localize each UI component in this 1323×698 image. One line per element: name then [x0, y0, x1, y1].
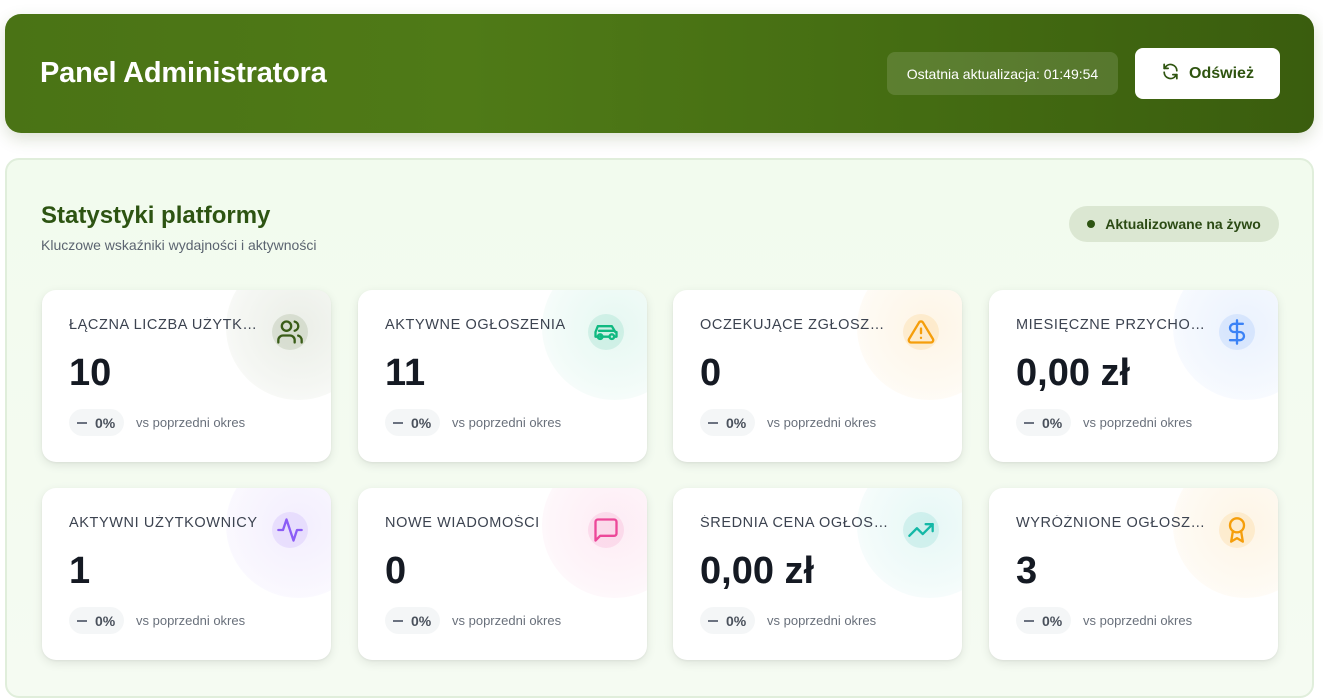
- stat-card: ŚREDNIA CENA OGŁOSZENIA 0,00 zł 0% vs poprz…: [673, 488, 962, 660]
- stat-period: vs poprzedni okres: [1083, 613, 1193, 628]
- stat-label: ŚREDNIA CENA OGŁOSZENIA: [700, 515, 890, 531]
- stat-label: ŁĄCZNA LICZBA UŻYTKOWNIKÓW: [69, 317, 259, 333]
- stat-value: 1: [69, 550, 91, 592]
- live-dot-icon: [1087, 220, 1096, 228]
- stat-label: AKTYWNE OGŁOSZENIA: [385, 317, 566, 333]
- stat-change-value: 0%: [1042, 414, 1063, 431]
- stat-period: vs poprzedni okres: [452, 415, 562, 430]
- minus-icon: [393, 619, 403, 622]
- stat-change-value: 0%: [411, 414, 432, 431]
- stat-change-badge: 0%: [385, 409, 441, 436]
- stat-change-badge: 0%: [385, 607, 441, 634]
- award-icon: [1219, 512, 1255, 548]
- stat-change-value: 0%: [726, 414, 747, 431]
- minus-icon: [393, 421, 403, 424]
- stat-label: OCZEKUJĄCE ZGŁOSZENIA: [700, 317, 890, 333]
- minus-icon: [708, 421, 718, 424]
- stat-change-value: 0%: [411, 612, 432, 629]
- dollar-icon: [1219, 314, 1255, 350]
- stat-period: vs poprzedni okres: [1083, 415, 1193, 430]
- stat-period: vs poprzedni okres: [136, 613, 246, 628]
- minus-icon: [1024, 619, 1034, 622]
- stat-card: WYRÓŻNIONE OGŁOSZENIA 3 0% vs poprzedni okr…: [989, 488, 1278, 660]
- alert-triangle-icon: [903, 314, 939, 350]
- stat-change-value: 0%: [95, 612, 116, 629]
- stat-change-badge: 0%: [69, 409, 125, 436]
- stat-card: ŁĄCZNA LICZBA UŻYTKOWNIKÓW 10 0% vs poprzed…: [42, 290, 331, 462]
- stat-change-badge: 0%: [700, 607, 756, 634]
- stat-period: vs poprzedni okres: [767, 613, 877, 628]
- refresh-button[interactable]: Odśwież: [1135, 48, 1280, 99]
- minus-icon: [77, 619, 87, 622]
- stat-value: 0,00 zł: [700, 550, 815, 592]
- stat-change-value: 0%: [95, 414, 116, 431]
- refresh-label: Odśwież: [1189, 64, 1254, 82]
- stat-change-value: 0%: [726, 612, 747, 629]
- header-bar: Panel Administratora Ostatnia aktualizac…: [5, 14, 1314, 133]
- stat-value: 10: [69, 352, 112, 394]
- users-icon: [272, 314, 308, 350]
- stat-period: vs poprzedni okres: [136, 415, 246, 430]
- stat-label: NOWE WIADOMOŚCI: [385, 515, 540, 531]
- stat-value: 0: [700, 352, 722, 394]
- minus-icon: [1024, 421, 1034, 424]
- live-label: Aktualizowane na żywo: [1105, 216, 1261, 232]
- stat-change-badge: 0%: [700, 409, 756, 436]
- stat-value: 0: [385, 550, 407, 592]
- stat-change-value: 0%: [1042, 612, 1063, 629]
- live-status-badge: Aktualizowane na żywo: [1069, 206, 1279, 242]
- stat-card: MIESIĘCZNE PRZYCHODY 0,00 zł 0% vs poprzedn…: [989, 290, 1278, 462]
- stat-change-badge: 0%: [1016, 409, 1072, 436]
- stat-value: 3: [1016, 550, 1038, 592]
- car-icon: [588, 314, 624, 350]
- stat-change-badge: 0%: [69, 607, 125, 634]
- stat-card: OCZEKUJĄCE ZGŁOSZENIA 0 0% vs poprzedni okr…: [673, 290, 962, 462]
- stat-period: vs poprzedni okres: [767, 415, 877, 430]
- minus-icon: [77, 421, 87, 424]
- page-title: Panel Administratora: [40, 57, 327, 89]
- stat-card: NOWE WIADOMOŚCI 0 0% vs poprzedni okres: [358, 488, 647, 660]
- stat-label: MIESIĘCZNE PRZYCHODY: [1016, 317, 1206, 333]
- stats-panel: Statystyki platformy Kluczowe wskaźniki …: [5, 158, 1314, 698]
- section-title: Statystyki platformy: [41, 202, 271, 229]
- refresh-icon: [1161, 62, 1180, 86]
- minus-icon: [708, 619, 718, 622]
- stat-label: AKTYWNI UŻYTKOWNICY: [69, 515, 258, 531]
- stat-label: WYRÓŻNIONE OGŁOSZENIA: [1016, 515, 1206, 531]
- message-icon: [588, 512, 624, 548]
- stat-change-badge: 0%: [1016, 607, 1072, 634]
- last-update-badge: Ostatnia aktualizacja: 01:49:54: [887, 52, 1118, 95]
- stat-card: AKTYWNE OGŁOSZENIA 11 0% vs poprzedni okres: [358, 290, 647, 462]
- stat-card: AKTYWNI UŻYTKOWNICY 1 0% vs poprzedni okres: [42, 488, 331, 660]
- trending-up-icon: [903, 512, 939, 548]
- activity-icon: [272, 512, 308, 548]
- stat-value: 11: [385, 352, 426, 394]
- stat-period: vs poprzedni okres: [452, 613, 562, 628]
- section-subtitle: Kluczowe wskaźniki wydajności i aktywnoś…: [41, 237, 317, 253]
- stat-value: 0,00 zł: [1016, 352, 1131, 394]
